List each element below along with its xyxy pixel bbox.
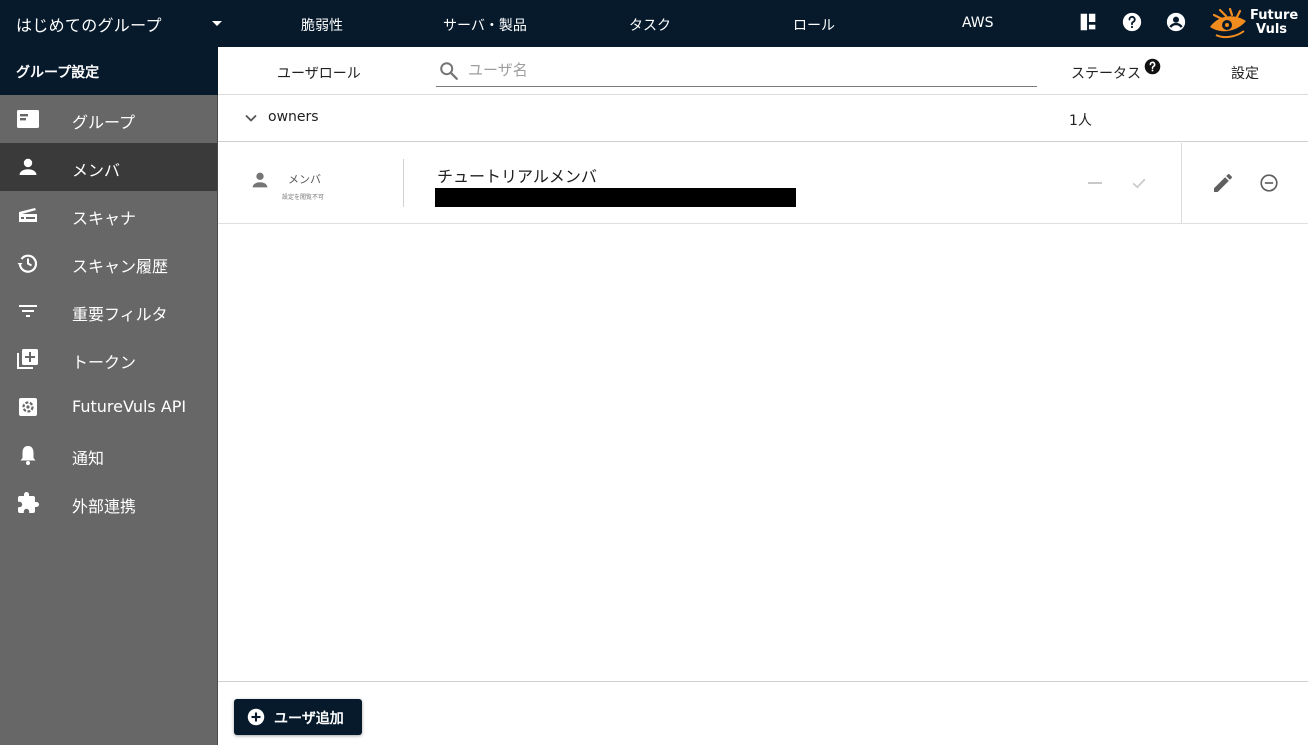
bell-icon [20,446,36,465]
member-role: メンバ [288,173,321,186]
person-icon [252,172,268,188]
nav-vulnerabilities[interactable]: 脆弱性 [301,15,343,35]
sidebar-item-api[interactable]: FutureVuls API [0,383,217,431]
sidebar-item-label: スキャン履歴 [72,257,169,276]
nav-aws[interactable]: AWS [962,15,994,31]
account-icon[interactable] [1165,11,1187,33]
sidebar-item-notification[interactable]: 通知 [0,431,217,479]
column-settings: 設定 [1231,66,1259,82]
logo-line2: Vuls [1256,22,1288,37]
filter-icon [19,305,37,317]
member-name: チュートリアルメンバ [437,167,597,186]
nav-roles[interactable]: ロール [793,15,835,35]
sidebar-item-integrations[interactable]: 外部連携 [0,479,217,527]
remove-member-icon[interactable] [1258,172,1280,194]
check-icon [1132,178,1146,189]
logo-eye-icon [1210,7,1246,39]
group-card-icon [17,110,39,128]
sidebar-item-scan-history[interactable]: スキャン履歴 [0,239,217,287]
top-bar: はじめてのグループ 脆弱性 サーバ・製品 タスク ロール AWS Future … [0,0,1308,47]
history-icon [17,254,38,273]
help-icon[interactable] [1121,11,1143,33]
nav-tasks[interactable]: タスク [629,15,671,35]
sidebar-item-label: メンバ [72,161,121,180]
sidebar-item-label: スキャナ [72,209,137,228]
add-circle-icon [247,708,265,726]
caret-down-icon [212,21,222,26]
sidebar-item-label: FutureVuls API [72,397,187,416]
divider [403,159,404,207]
sidebar: グループ メンバ スキャナ スキャン履歴 重要フィルタ トークン FutureV… [0,95,218,745]
status-help-icon[interactable] [1144,58,1161,75]
puzzle-icon [18,492,39,513]
footer: ユーザ追加 [218,681,1308,745]
member-count: 1人 [1069,113,1092,129]
add-user-label: ユーザ追加 [274,711,344,727]
search-input[interactable] [468,58,1028,82]
chevron-down-icon[interactable] [244,111,258,125]
person-icon [19,158,37,175]
role-group-row[interactable]: owners 1人 [218,95,1308,142]
add-user-button[interactable]: ユーザ追加 [234,699,362,735]
column-user-role: ユーザロール [277,66,361,82]
search-icon [440,62,458,80]
logo-line1: Future [1250,8,1299,23]
sidebar-item-token[interactable]: トークン [0,335,217,383]
table-row: メンバ 設定を閲覧不可 チュートリアルメンバ [218,143,1308,224]
logo-text: Future Vuls [1250,9,1298,37]
column-status: ステータス [1071,66,1141,82]
sidebar-item-important-filter[interactable]: 重要フィルタ [0,287,217,335]
scanner-icon [19,208,37,222]
futurevuls-logo[interactable]: Future Vuls [1208,7,1300,41]
sidebar-item-label: トークン [72,353,137,372]
redacted-email [435,188,796,207]
token-icon [17,349,38,369]
sidebar-item-label: 重要フィルタ [72,305,168,324]
dashboard-icon[interactable] [1077,11,1099,33]
sidebar-item-label: 通知 [72,449,105,468]
role-group-name: owners [268,109,319,125]
sidebar-title: グループ設定 [0,47,218,95]
divider [1181,143,1182,224]
sidebar-item-members[interactable]: メンバ [0,143,217,191]
member-role-note: 設定を閲覧不可 [282,194,325,201]
group-selector[interactable]: はじめてのグループ [0,0,222,47]
sidebar-item-group[interactable]: グループ [0,95,217,143]
sidebar-item-label: 外部連携 [72,497,137,516]
nav-servers-products[interactable]: サーバ・製品 [443,15,527,35]
sidebar-item-scanner[interactable]: スキャナ [0,191,217,239]
table-header: ユーザロール ステータス 設定 [218,47,1308,95]
search-field [436,56,1037,87]
status-dash-icon [1088,182,1102,184]
group-name: はじめてのグループ [16,16,162,35]
sidebar-item-label: グループ [72,113,136,132]
edit-icon[interactable] [1211,171,1235,195]
api-icon [19,398,37,416]
